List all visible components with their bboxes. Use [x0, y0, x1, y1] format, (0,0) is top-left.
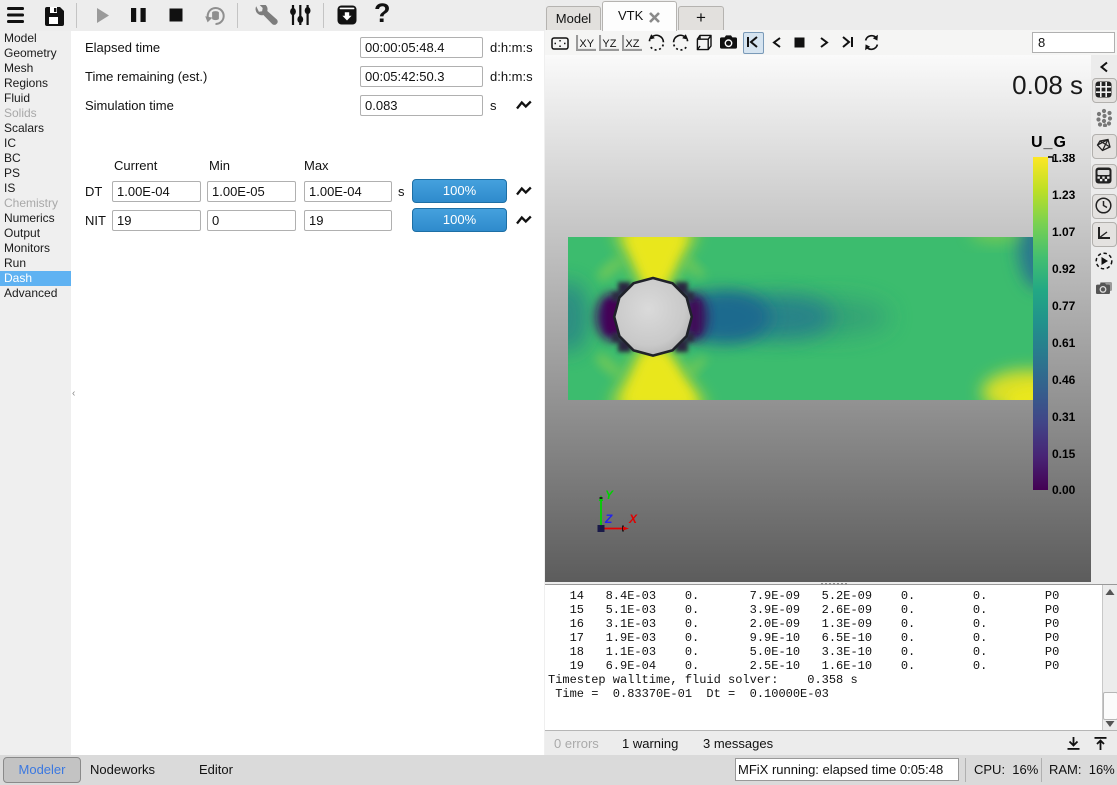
- svg-text:0.31: 0.31: [1052, 410, 1076, 424]
- svg-text:YZ: YZ: [602, 38, 616, 50]
- svg-text:0.15: 0.15: [1052, 447, 1076, 461]
- svg-text:0.46: 0.46: [1052, 373, 1076, 387]
- svg-text:X: X: [628, 512, 638, 526]
- svg-text:0.00: 0.00: [1052, 483, 1076, 494]
- svg-text:0.61: 0.61: [1052, 336, 1076, 350]
- svg-text:Z: Z: [604, 512, 613, 526]
- svg-text:1.38: 1.38: [1052, 154, 1076, 165]
- svg-text:1.07: 1.07: [1052, 225, 1076, 239]
- svg-text:XY: XY: [579, 38, 594, 50]
- svg-text:XZ: XZ: [625, 38, 639, 50]
- svg-text:0.92: 0.92: [1052, 262, 1076, 276]
- svg-text:0.77: 0.77: [1052, 299, 1076, 313]
- svg-text:1.23: 1.23: [1052, 188, 1076, 202]
- svg-text:Y: Y: [605, 488, 614, 502]
